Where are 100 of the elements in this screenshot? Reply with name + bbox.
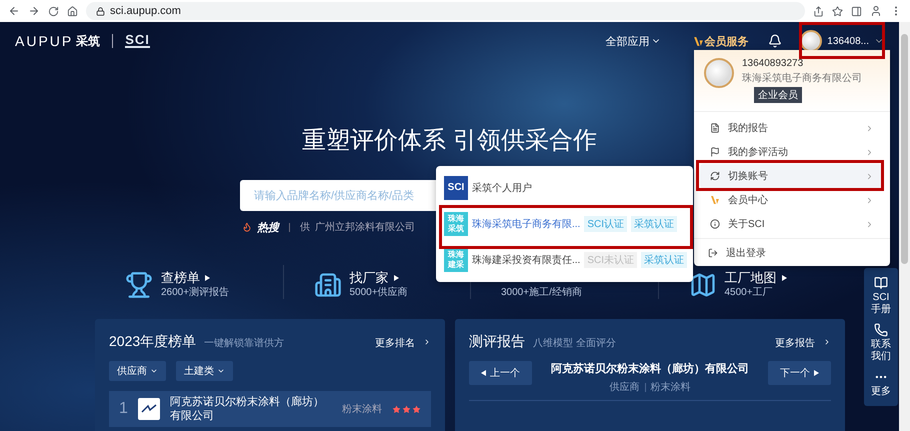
side-panel-icon[interactable]	[851, 6, 862, 16]
flag-icon	[710, 147, 720, 157]
account-logo: 珠海采筑	[444, 212, 468, 236]
stat-caption: 5000+供应商	[350, 286, 408, 299]
filter-dropdown[interactable]: 供应商	[109, 361, 166, 381]
company-name: 阿克苏诺贝尔粉末涂料（廊坊）有限公司	[551, 362, 749, 376]
toolbar-label[interactable]: SCI手册	[870, 292, 892, 316]
book-icon[interactable]	[874, 276, 888, 290]
back-icon[interactable]	[8, 5, 20, 17]
vip-icon	[710, 195, 720, 205]
profile-icon[interactable]	[870, 5, 882, 17]
stat-link[interactable]: 找厂家	[350, 269, 388, 286]
forward-icon[interactable]	[28, 5, 40, 17]
certification-tag: 采筑认证	[631, 216, 678, 232]
panel-title: 测评报告	[469, 333, 525, 351]
company-logo	[138, 398, 160, 420]
menu-item[interactable]: 切换账号	[700, 164, 884, 188]
scrollbar-thumb[interactable]	[901, 34, 908, 264]
caret-icon	[481, 370, 486, 376]
supplier-tag: 供	[300, 220, 310, 234]
chevron-icon	[865, 124, 874, 132]
chevron-icon	[865, 196, 874, 204]
caret-icon	[217, 367, 225, 375]
star-icon	[402, 404, 411, 414]
hot-search-link[interactable]: 广州立邦涂料有限公司	[315, 220, 415, 234]
member-badge: 企业会员	[754, 87, 802, 103]
chevron-icon	[823, 338, 831, 346]
certification-tag: 采筑认证	[641, 252, 688, 268]
hero-title: 重塑评价体系 引领供采合作	[302, 126, 597, 156]
stat-caption: 2600+测评报告	[161, 286, 230, 299]
rank-number: 1	[119, 400, 128, 418]
ranking-row[interactable]: 1 阿克苏诺贝尔粉末涂料（廊坊）有限公司 粉末涂料	[109, 391, 431, 427]
refresh-icon	[710, 171, 720, 181]
address-bar[interactable]: sci.aupup.com	[86, 2, 805, 20]
toolbar-label[interactable]: 联系我们	[870, 338, 892, 363]
chevron-icon	[865, 172, 874, 180]
lock-icon	[96, 6, 105, 16]
flame-icon	[242, 222, 252, 232]
avatar	[704, 58, 734, 88]
caret-icon	[782, 274, 786, 280]
info-icon	[710, 219, 720, 229]
caret-icon	[394, 274, 398, 280]
more-link[interactable]: 更多报告	[775, 336, 815, 350]
phone-icon[interactable]	[874, 322, 888, 337]
stat-link[interactable]: 查榜单	[161, 269, 200, 286]
apps-menu[interactable]: 全部应用	[605, 34, 662, 48]
previous-button[interactable]: 上一个	[469, 361, 532, 385]
user-dropdown-menu[interactable]: 13640893273 珠海采筑电子商务有限公司 企业会员 我的报告 我的参评活动 切换账号 会员中心 关于SCI 退出登录	[694, 50, 890, 266]
company-name: 阿克苏诺贝尔粉末涂料（廊坊）有限公司	[170, 395, 325, 423]
logo-text[interactable]: AUPUP	[15, 33, 74, 49]
chevron-icon	[865, 220, 874, 228]
logout-icon	[708, 248, 718, 258]
account-name[interactable]: 珠海建采投资有限责任...	[472, 253, 580, 267]
stat-caption: 3000+施工/经销商	[501, 286, 582, 299]
user-company: 珠海采筑电子商务有限公司	[742, 72, 862, 85]
caret-icon	[150, 367, 158, 375]
caret-icon	[814, 370, 819, 376]
menu-item[interactable]: 我的报告	[700, 116, 884, 140]
stat-caption: 4500+工厂	[724, 286, 774, 299]
hot-label: 热搜	[257, 220, 279, 234]
account-name[interactable]: 采筑个人用户	[472, 181, 532, 195]
chevron-icon	[865, 148, 874, 156]
panel-subtitle: 八维模型 全面评分	[533, 336, 617, 350]
logout-item[interactable]: 退出登录	[694, 238, 890, 266]
caret-icon	[205, 274, 210, 280]
certification-tag: SCI认证	[584, 216, 628, 232]
share-icon[interactable]	[813, 6, 824, 16]
star-icon	[412, 404, 421, 414]
chevron-icon	[423, 338, 431, 346]
stat-link[interactable]: 工厂地图	[724, 269, 776, 286]
scrollbar[interactable]	[899, 22, 910, 431]
user-phone: 13640893273	[742, 58, 804, 69]
panel-subtitle: 一键解锁靠谱供方	[204, 336, 286, 350]
company-meta: 粉末涂料	[650, 380, 690, 394]
vip-link[interactable]: 会员服务	[704, 34, 748, 48]
home-icon[interactable]	[67, 6, 78, 16]
company-meta: 供应商	[610, 380, 640, 394]
bell-icon[interactable]	[768, 34, 782, 48]
account-name[interactable]: 珠海采筑电子商务有限...	[472, 217, 580, 231]
building-icon	[314, 271, 342, 299]
document-icon	[710, 123, 720, 133]
next-button[interactable]: 下一个	[768, 361, 831, 385]
panel-title: 2023年度榜单	[109, 333, 196, 351]
more-link[interactable]: 更多排名	[375, 336, 415, 350]
toolbar-label[interactable]: 更多	[870, 386, 892, 398]
menu-item[interactable]: 会员中心	[700, 188, 884, 212]
reload-icon[interactable]	[48, 6, 59, 16]
account-logo: SCI	[444, 176, 468, 200]
vip-icon	[693, 36, 704, 46]
trophy-icon	[125, 271, 153, 299]
map-icon	[688, 271, 716, 299]
bookmark-icon[interactable]	[832, 6, 843, 16]
url-text: sci.aupup.com	[110, 5, 181, 17]
filter-dropdown[interactable]: 土建类	[176, 361, 233, 381]
menu-item[interactable]: 关于SCI	[700, 212, 884, 236]
sci-logo: SCI	[125, 34, 150, 48]
category-label: 粉末涂料	[341, 402, 382, 416]
menu-item[interactable]: 我的参评活动	[700, 140, 884, 164]
star-icon	[392, 404, 401, 414]
logo-text: 采筑	[76, 32, 100, 50]
